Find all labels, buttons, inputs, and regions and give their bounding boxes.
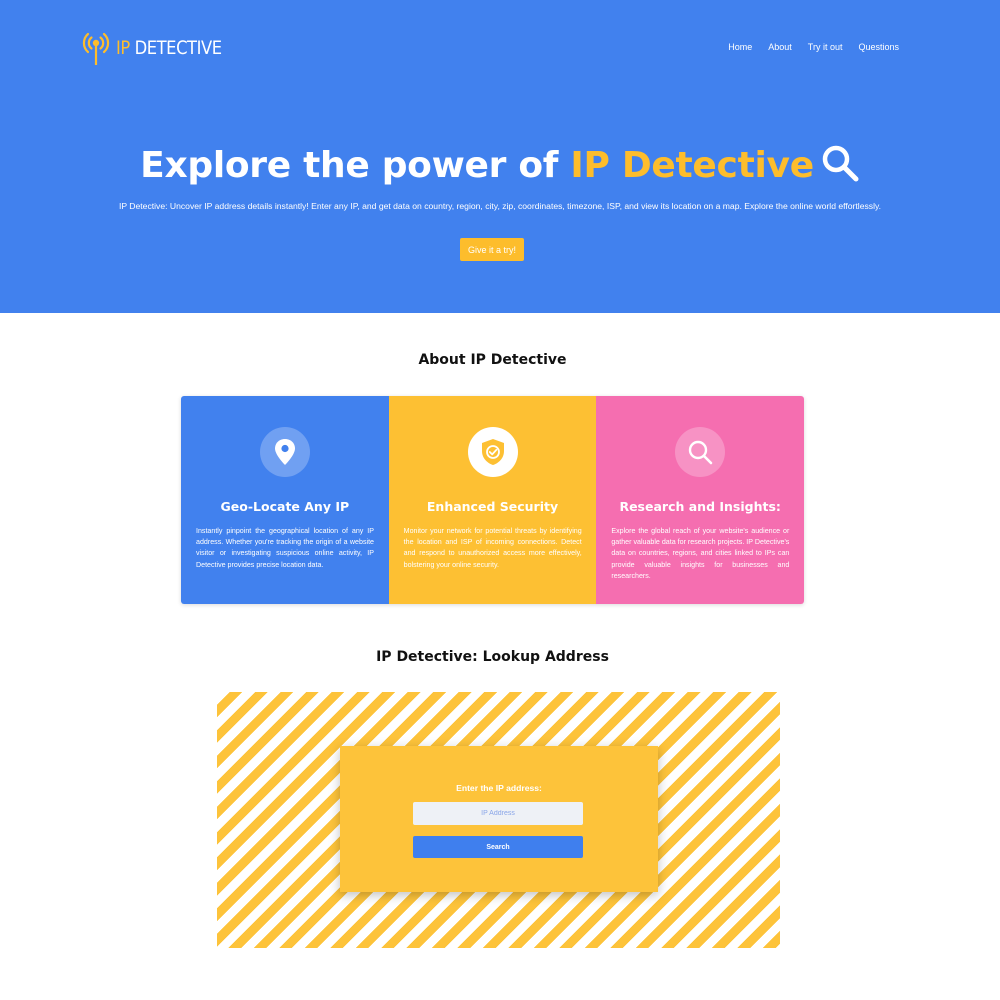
- card-security: Enhanced Security Monitor your network f…: [388, 396, 597, 604]
- card-text: Monitor your network for potential threa…: [403, 527, 582, 569]
- nav-try-it-out[interactable]: Try it out: [808, 42, 843, 52]
- nav-home[interactable]: Home: [728, 42, 752, 52]
- security-shield-icon: [467, 427, 518, 477]
- logo-detective: DETECTIVE: [134, 37, 222, 59]
- feature-cards: Geo-Locate Any IP Instantly pinpoint the…: [181, 396, 804, 604]
- magnifier-icon: [822, 145, 859, 182]
- main-nav: Home About Try it out Questions: [728, 42, 899, 52]
- hero-title-start: Explore the power of: [140, 145, 559, 186]
- lookup-panel: Enter the IP address: Search: [340, 746, 658, 892]
- about-title: About IP Detective: [418, 352, 567, 368]
- broadcast-antenna-icon: [82, 32, 110, 65]
- logo[interactable]: IP DETECTIVE: [82, 30, 239, 66]
- ip-address-input[interactable]: [413, 802, 583, 825]
- logo-text: IP DETECTIVE: [116, 37, 222, 59]
- hero-title-accent: IP Detective: [570, 145, 814, 186]
- logo-ip: IP: [116, 37, 130, 59]
- hero-section: IP DETECTIVE Home About Try it out Quest…: [0, 0, 1000, 313]
- location-pin-icon: [259, 427, 310, 477]
- card-research: Research and Insights: Explore the globa…: [596, 396, 804, 604]
- give-it-a-try-button[interactable]: Give it a try!: [460, 238, 524, 261]
- card-geo-locate: Geo-Locate Any IP Instantly pinpoint the…: [181, 396, 389, 604]
- card-title: Enhanced Security: [426, 499, 559, 514]
- search-icon: [675, 427, 726, 477]
- hero-description: IP Detective: Uncover IP address details…: [118, 201, 882, 211]
- ip-address-label: Enter the IP address:: [456, 783, 542, 793]
- nav-questions[interactable]: Questions: [858, 42, 899, 52]
- lookup-title: IP Detective: Lookup Address: [376, 649, 609, 665]
- card-text: Explore the global reach of your website…: [611, 527, 790, 580]
- hero-title: Explore the power of IP Detective: [0, 143, 1000, 186]
- search-button[interactable]: Search: [413, 836, 583, 858]
- card-title: Research and Insights:: [619, 499, 781, 514]
- card-text: Instantly pinpoint the geographical loca…: [196, 527, 374, 569]
- card-title: Geo-Locate Any IP: [220, 499, 350, 514]
- nav-about[interactable]: About: [768, 42, 792, 52]
